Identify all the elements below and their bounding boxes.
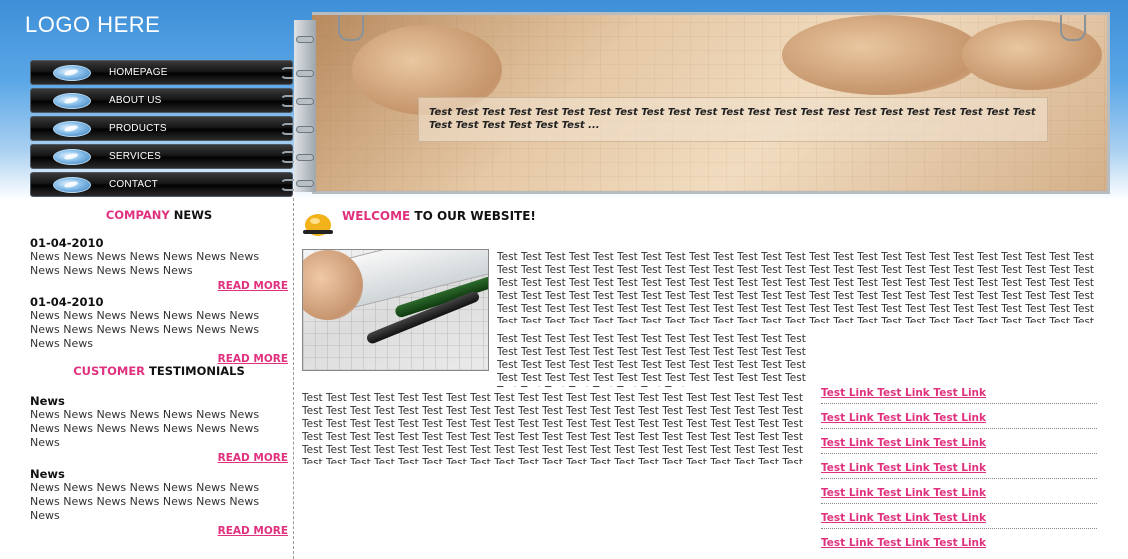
news-item: 01-04-2010 News News News News News News… xyxy=(30,236,288,292)
hard-hat-icon xyxy=(303,214,333,236)
nav-bullet-icon xyxy=(53,65,91,81)
nav-bullet-icon xyxy=(53,149,91,165)
spiral-ring-icon xyxy=(296,126,314,133)
link-item[interactable]: Test Link Test Link Test Link xyxy=(821,462,1097,479)
news-date: 01-04-2010 xyxy=(30,236,104,250)
nav-bullet-icon xyxy=(53,121,91,137)
testimonial-heading: News xyxy=(30,467,65,481)
sidebar: COMPANY NEWS 01-04-2010 News News News N… xyxy=(30,208,288,540)
nav-item-services[interactable]: SERVICES xyxy=(30,144,300,169)
welcome-heading: WELCOME TO OUR WEBSITE! xyxy=(302,206,702,240)
banner-caption: Test Test Test Test Test Test Test Test … xyxy=(418,97,1048,142)
customer-testimonials-title: CUSTOMER TESTIMONIALS xyxy=(30,364,288,378)
nav-item-label: HOMEPAGE xyxy=(109,67,168,78)
nav-bullet-icon xyxy=(53,93,91,109)
hand-illustration xyxy=(782,15,982,95)
read-more-link[interactable]: READ MORE xyxy=(30,280,288,292)
third-paragraph: Test Test Test Test Test Test Test Test … xyxy=(302,392,803,464)
second-paragraph: Test Test Test Test Test Test Test Test … xyxy=(497,333,806,387)
news-item: 01-04-2010 News News News News News News… xyxy=(30,295,288,365)
news-body: News News News News News News News News … xyxy=(30,250,260,277)
spiral-ring-icon xyxy=(296,70,314,77)
testimonial-body: News News News News News News News News … xyxy=(30,408,260,449)
nav-item-label: ABOUT US xyxy=(109,95,162,106)
spiral-binding xyxy=(294,20,316,192)
spiral-ring-icon xyxy=(296,180,314,187)
nav-item-label: CONTACT xyxy=(109,179,158,190)
testimonial-heading: News xyxy=(30,394,65,408)
title-rest: NEWS xyxy=(169,208,213,222)
spiral-ring-icon xyxy=(296,154,314,161)
read-more-link[interactable]: READ MORE xyxy=(30,525,288,537)
nav-item-about-us[interactable]: ABOUT US xyxy=(30,88,300,113)
nav-item-label: SERVICES xyxy=(109,151,161,162)
link-item[interactable]: Test Link Test Link Test Link xyxy=(821,437,1097,454)
nav-item-contact[interactable]: CONTACT xyxy=(30,172,300,197)
binder-clip-icon xyxy=(338,15,364,41)
binder-clip-icon xyxy=(1060,15,1086,41)
link-item[interactable]: Test Link Test Link Test Link xyxy=(821,387,1097,404)
title-accent: CUSTOMER xyxy=(73,364,146,378)
blueprint-pen-photo xyxy=(302,249,489,371)
spiral-ring-icon xyxy=(296,98,314,105)
intro-paragraph: Test Test Test Test Test Test Test Test … xyxy=(497,251,1095,323)
nav-item-label: PRODUCTS xyxy=(109,123,167,134)
link-list: Test Link Test Link Test Link Test Link … xyxy=(821,387,1097,559)
spiral-ring-icon xyxy=(296,36,314,43)
page-title: WELCOME TO OUR WEBSITE! xyxy=(342,209,536,223)
nav-bullet-icon xyxy=(53,177,91,193)
column-divider xyxy=(293,198,294,559)
company-news-title: COMPANY NEWS xyxy=(30,208,288,222)
nav-item-products[interactable]: PRODUCTS xyxy=(30,116,300,141)
link-item[interactable]: Test Link Test Link Test Link xyxy=(821,487,1097,504)
testimonial-item: News News News News News News News News … xyxy=(30,467,288,537)
title-rest: TO OUR WEBSITE! xyxy=(410,209,536,223)
news-date: 01-04-2010 xyxy=(30,295,104,309)
title-accent: COMPANY xyxy=(105,208,170,222)
hand-illustration xyxy=(303,250,363,320)
main-nav: HOMEPAGE ABOUT US PRODUCTS SERVICES CONT… xyxy=(30,60,300,200)
site-logo[interactable]: LOGO HERE xyxy=(25,12,160,38)
nav-item-homepage[interactable]: HOMEPAGE xyxy=(30,60,300,85)
link-item[interactable]: Test Link Test Link Test Link xyxy=(821,412,1097,429)
title-rest: TESTIMONIALS xyxy=(145,364,245,378)
testimonial-body: News News News News News News News News … xyxy=(30,481,260,522)
title-accent: WELCOME xyxy=(342,209,411,223)
link-item[interactable]: Test Link Test Link Test Link xyxy=(821,537,1097,553)
testimonial-item: News News News News News News News News … xyxy=(30,394,288,464)
link-item[interactable]: Test Link Test Link Test Link xyxy=(821,512,1097,529)
read-more-link[interactable]: READ MORE xyxy=(30,452,288,464)
news-body: News News News News News News News News … xyxy=(30,309,260,350)
